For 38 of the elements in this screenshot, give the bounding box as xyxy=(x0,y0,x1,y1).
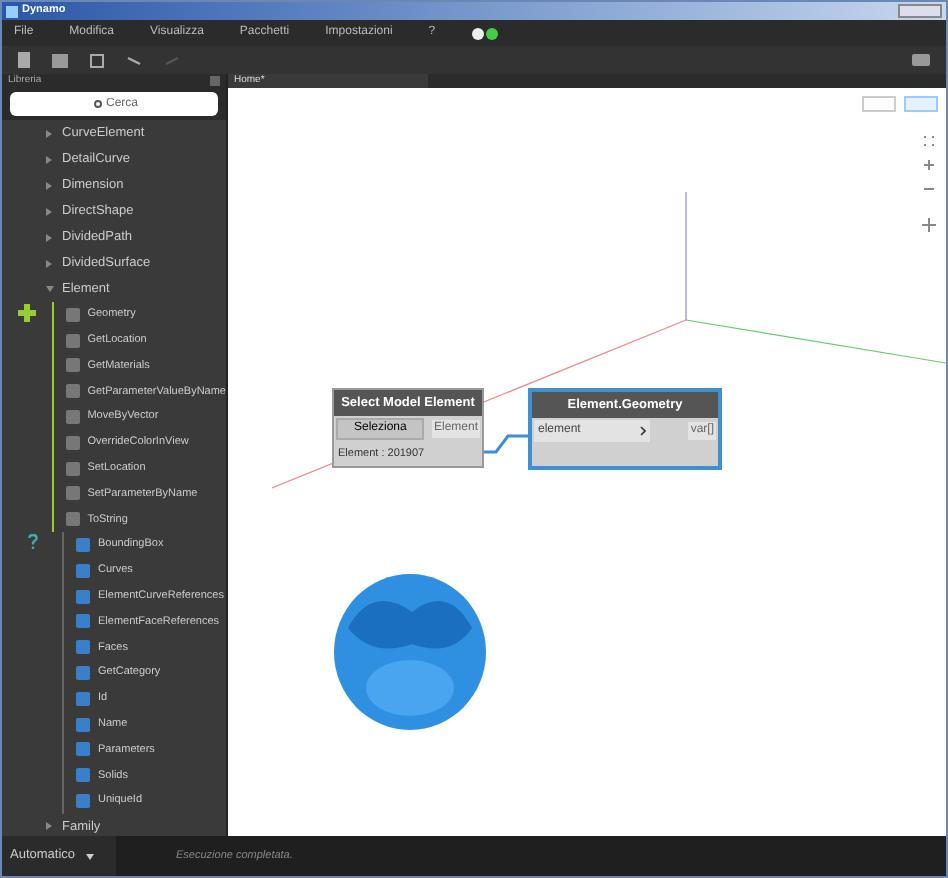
search-icon xyxy=(94,100,102,108)
caret-icon[interactable] xyxy=(46,822,52,831)
chevron-icon xyxy=(640,426,646,436)
node-icon xyxy=(65,461,80,476)
connector-line xyxy=(480,432,530,456)
node-icon xyxy=(65,307,80,322)
caret-icon xyxy=(85,853,94,859)
node-icon xyxy=(76,640,90,655)
caret-icon[interactable] xyxy=(46,181,52,189)
caret-icon[interactable] xyxy=(46,259,52,267)
caret-icon[interactable] xyxy=(46,286,54,292)
node-icon xyxy=(76,794,90,809)
node-icon xyxy=(76,717,90,732)
node-icon xyxy=(65,384,80,399)
node-icon xyxy=(65,486,80,501)
node-icon xyxy=(65,512,80,527)
node-icon xyxy=(76,589,90,604)
node-icon xyxy=(65,333,80,348)
caret-icon[interactable] xyxy=(46,129,52,137)
plus-icon xyxy=(17,304,36,322)
node-icon xyxy=(76,614,90,629)
node-icon xyxy=(76,538,90,553)
node-icon xyxy=(76,563,90,578)
zoom-in-icon[interactable] xyxy=(920,156,938,174)
node-icon xyxy=(76,666,90,681)
save-icon[interactable] xyxy=(90,53,104,67)
node-icon xyxy=(76,768,90,783)
node-icon xyxy=(76,742,90,757)
caret-icon[interactable] xyxy=(46,233,52,241)
toggle-icon[interactable] xyxy=(471,27,498,39)
app-icon xyxy=(6,5,18,17)
node-icon xyxy=(65,410,80,425)
node-icon xyxy=(76,691,90,706)
caret-icon[interactable] xyxy=(46,207,52,215)
question-icon xyxy=(27,534,37,551)
caret-icon[interactable] xyxy=(46,155,52,163)
node-icon xyxy=(65,435,80,450)
node-icon xyxy=(65,358,80,373)
